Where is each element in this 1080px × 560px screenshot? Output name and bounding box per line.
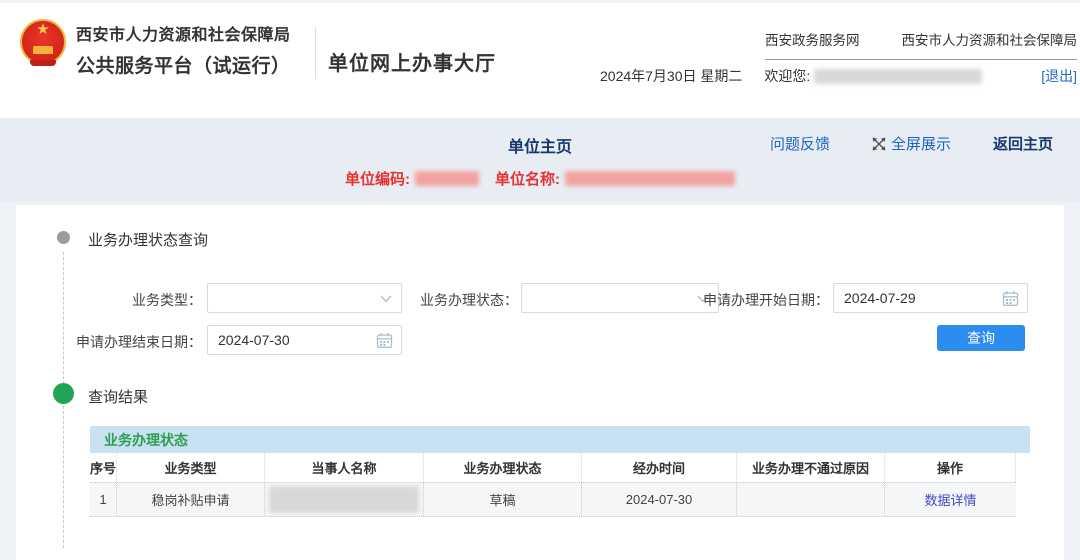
- table-row: 1 稳岗补贴申请 草稿 2024-07-30 数据详情: [90, 482, 1016, 517]
- cell-party-name: [265, 483, 424, 516]
- external-links: 西安政务服务网 西安市人力资源和社会保障局: [765, 29, 1077, 60]
- cell-business-type: 稳岗补贴申请: [117, 483, 265, 516]
- results-section-title: 查询结果: [88, 389, 149, 406]
- current-date: 2024年7月30日 星期二: [600, 68, 743, 84]
- header-subline: 2024年7月30日 星期二 欢迎您: [退出]: [600, 66, 1077, 86]
- header-divider: [315, 27, 316, 79]
- start-date-input[interactable]: 2024-07-29: [833, 283, 1028, 313]
- portal-title: 单位网上办事大厅: [328, 53, 496, 75]
- section-bullet-query: [57, 231, 70, 244]
- column-header-party-name: 当事人名称: [265, 453, 424, 482]
- cell-status: 草稿: [424, 483, 582, 516]
- table-title-bar: 业务办理状态: [90, 426, 1030, 453]
- business-type-select[interactable]: [207, 283, 402, 313]
- column-header-time: 经办时间: [582, 453, 737, 482]
- table-title: 业务办理状态: [104, 431, 188, 448]
- fullscreen-label: 全屏展示: [890, 136, 951, 153]
- end-date-value: 2024-07-30: [218, 332, 290, 348]
- platform-name: 公共服务平台（试运行）: [76, 56, 291, 77]
- page-banner: 单位主页 问题反馈 全屏展示 返回主页 单位编码: 单位名称:: [0, 118, 1080, 202]
- feedback-link[interactable]: 问题反馈: [770, 133, 830, 154]
- redacted-username: [814, 68, 983, 84]
- emblem-star-icon: ★: [36, 21, 50, 38]
- national-emblem-logo: ★: [20, 19, 66, 66]
- banner-links: 问题反馈 全屏展示 返回主页: [770, 133, 1053, 154]
- app-header: ★ 西安市人力资源和社会保障局 公共服务平台（试运行） 单位网上办事大厅 西安政…: [0, 0, 1080, 118]
- cell-time: 2024-07-30: [582, 483, 737, 516]
- calendar-icon[interactable]: [376, 332, 393, 349]
- fullscreen-link[interactable]: 全屏展示: [872, 133, 951, 154]
- start-date-value: 2024-07-29: [844, 290, 916, 306]
- status-select[interactable]: [521, 283, 719, 313]
- emblem-ribbon: [30, 60, 56, 66]
- column-header-action: 操作: [885, 453, 1016, 482]
- end-date-label: 申请办理结束日期：: [76, 334, 202, 350]
- table-header-row: 序号 业务类型 当事人名称 业务办理状态 经办时间 业务办理不通过原因 操作: [90, 453, 1016, 482]
- org-title-block: 西安市人力资源和社会保障局 公共服务平台（试运行）: [76, 21, 291, 78]
- results-table: 序号 业务类型 当事人名称 业务办理状态 经办时间 业务办理不通过原因 操作 1…: [90, 453, 1016, 517]
- back-home-link[interactable]: 返回主页: [993, 133, 1053, 154]
- data-detail-link[interactable]: 数据详情: [924, 490, 976, 509]
- column-header-fail-reason: 业务办理不通过原因: [737, 453, 885, 482]
- welcome-label: 欢迎您:: [764, 68, 811, 84]
- unit-code-label: 单位编码:: [345, 171, 410, 188]
- calendar-icon[interactable]: [1002, 290, 1019, 307]
- org-name: 西安市人力资源和社会保障局: [76, 27, 291, 44]
- search-button[interactable]: 查询: [937, 325, 1025, 351]
- cell-action: 数据详情: [885, 483, 1016, 516]
- link-xian-hr-bureau[interactable]: 西安市人力资源和社会保障局: [902, 29, 1078, 49]
- unit-name-label: 单位名称:: [495, 171, 560, 188]
- page: ★ 西安市人力资源和社会保障局 公共服务平台（试运行） 单位网上办事大厅 西安政…: [0, 0, 1080, 560]
- section-bullet-results: [53, 383, 74, 404]
- start-date-label: 申请办理开始日期：: [703, 292, 829, 308]
- link-xian-gov-service[interactable]: 西安政务服务网: [765, 29, 860, 49]
- column-header-business-type: 业务类型: [117, 453, 265, 482]
- logout-link[interactable]: [退出]: [1041, 66, 1077, 86]
- cell-index: 1: [90, 483, 117, 516]
- fullscreen-expand-icon: [872, 137, 886, 151]
- column-header-status: 业务办理状态: [424, 453, 582, 482]
- cell-fail-reason: [737, 483, 885, 516]
- business-type-label: 业务类型：: [132, 292, 202, 308]
- status-label: 业务办理状态：: [420, 292, 518, 308]
- redacted-unit-name: [565, 171, 735, 186]
- results-table-container: 业务办理状态 序号 业务类型 当事人名称 业务办理状态 经办时间 业务办理不通过…: [90, 426, 1030, 517]
- query-section-title: 业务办理状态查询: [88, 232, 209, 249]
- end-date-input[interactable]: 2024-07-30: [207, 325, 402, 355]
- column-header-index: 序号: [90, 453, 117, 482]
- redacted-party-name: [269, 486, 419, 513]
- unit-info-line: 单位编码: 单位名称:: [345, 168, 735, 189]
- redacted-unit-code: [415, 171, 479, 186]
- emblem-gate-icon: [33, 46, 53, 54]
